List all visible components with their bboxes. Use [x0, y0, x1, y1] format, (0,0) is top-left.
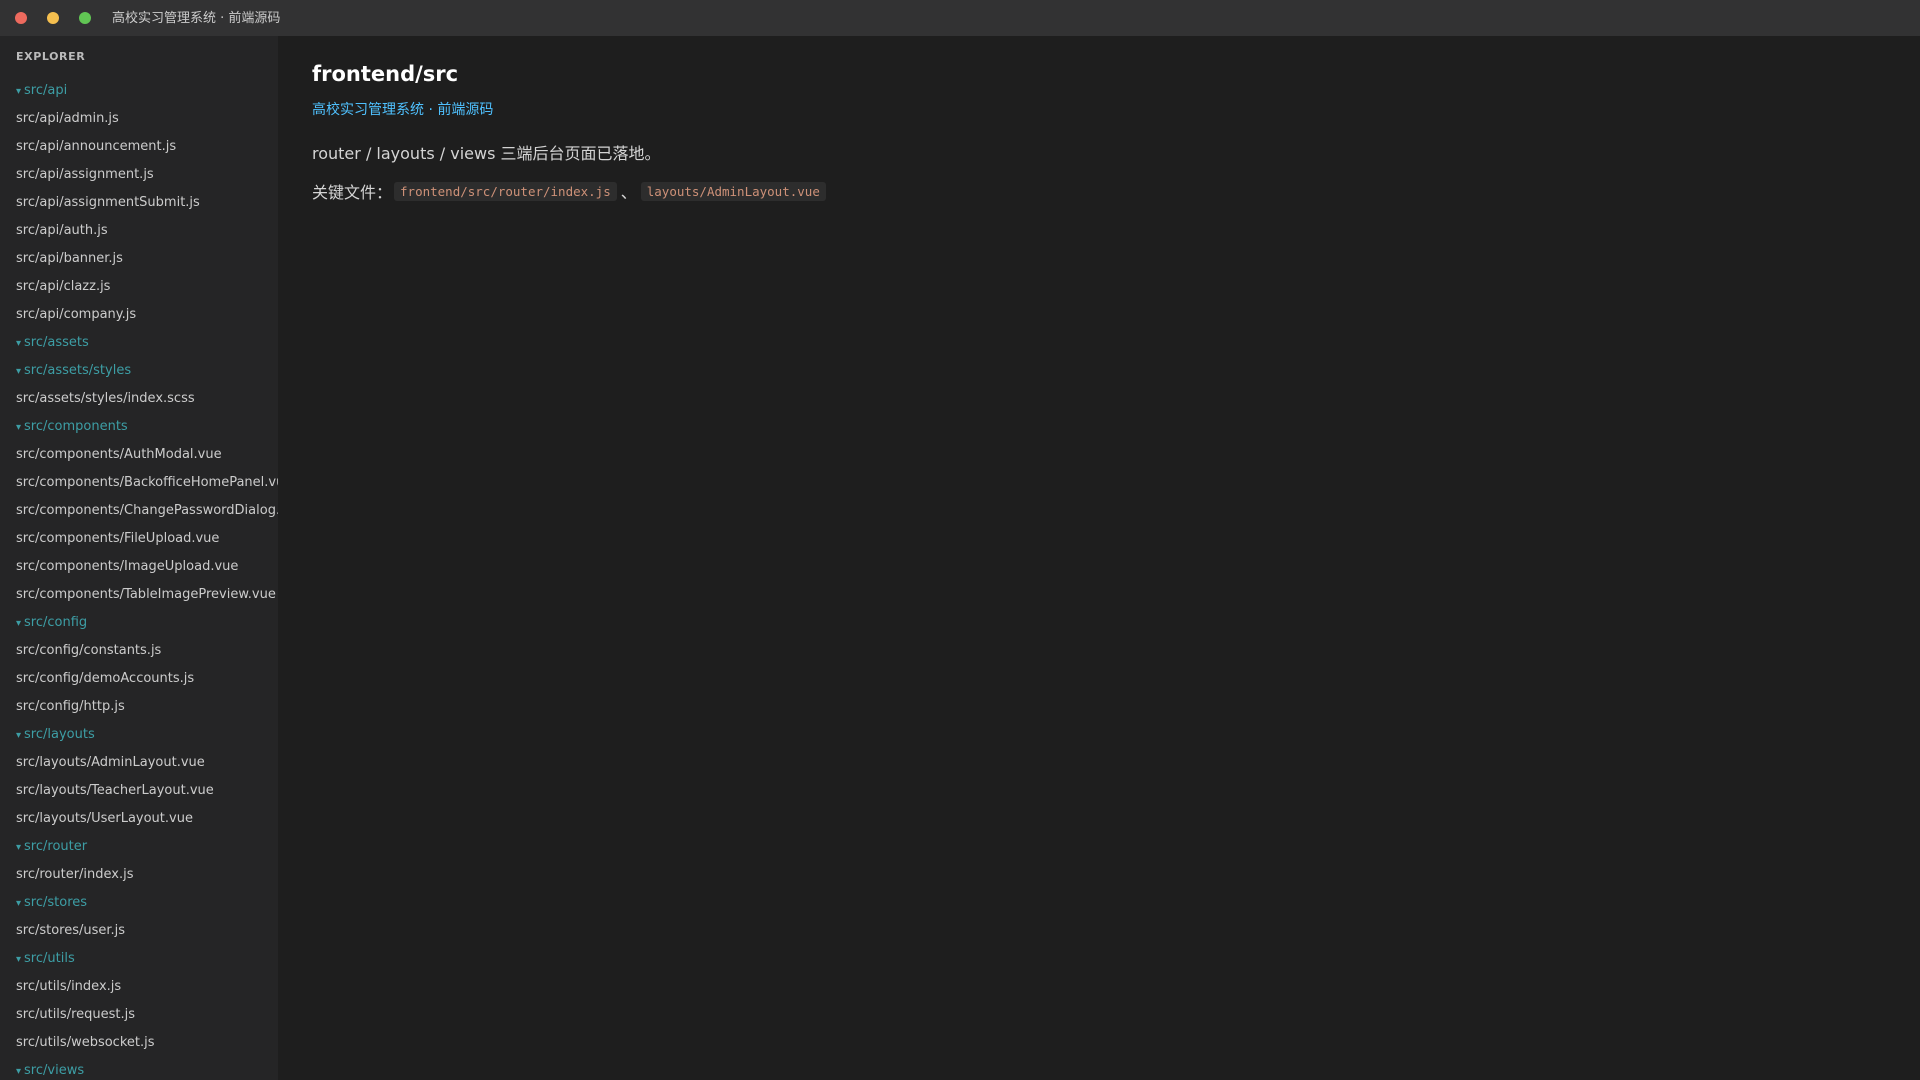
tree-item-label: src/assets/styles/index.scss — [16, 391, 195, 406]
file-item[interactable]: src/utils/websocket.js — [0, 1029, 278, 1057]
tree-item-label: src/views — [24, 1063, 85, 1078]
chevron-down-icon: ▾ — [16, 366, 22, 377]
chevron-down-icon: ▾ — [16, 842, 22, 853]
title-bar: 高校实习管理系统 · 前端源码 — [0, 0, 1920, 36]
tree-item-label: src/config/http.js — [16, 699, 125, 714]
tree-item-label: src/components/TableImagePreview.vue — [16, 587, 276, 602]
main-content: frontend/src 高校实习管理系统 · 前端源码 router / la… — [278, 36, 1920, 1080]
tree-item-label: src/api/assignmentSubmit.js — [16, 195, 200, 210]
tree-item-label: src/utils/index.js — [16, 979, 122, 994]
folder-item[interactable]: ▾ src/stores — [0, 889, 278, 917]
chevron-down-icon: ▾ — [16, 898, 22, 909]
tree-item-label: src/components/ChangePasswordDialog.vue — [16, 503, 278, 518]
file-item[interactable]: src/api/auth.js — [0, 217, 278, 245]
tree-item-label: src/api/announcement.js — [16, 139, 177, 154]
file-item[interactable]: src/utils/request.js — [0, 1001, 278, 1029]
file-item[interactable]: src/layouts/AdminLayout.vue — [0, 749, 278, 777]
tree-item-label: src/components/ImageUpload.vue — [16, 559, 239, 574]
chevron-down-icon: ▾ — [16, 1066, 22, 1077]
maximize-window-button[interactable] — [79, 12, 91, 24]
explorer-sidebar: EXPLORER ▾ src/api src/api/admin.js src/api… — [0, 36, 278, 1080]
chevron-down-icon: ▾ — [16, 618, 22, 629]
file-item[interactable]: src/utils/index.js — [0, 973, 278, 1001]
key-file-admin-layout[interactable]: layouts/AdminLayout.vue — [640, 181, 826, 201]
project-subtitle-link[interactable]: 高校实习管理系统 · 前端源码 — [312, 99, 493, 119]
folder-item[interactable]: ▾ src/views — [0, 1057, 278, 1080]
chevron-down-icon: ▾ — [16, 422, 22, 433]
folder-item[interactable]: ▾ src/assets — [0, 329, 278, 357]
file-item[interactable]: src/api/assignmentSubmit.js — [0, 189, 278, 217]
folder-item[interactable]: ▾ src/layouts — [0, 721, 278, 749]
file-item[interactable]: src/router/index.js — [0, 861, 278, 889]
tree-item-label: src/utils/request.js — [16, 1007, 136, 1022]
chevron-down-icon: ▾ — [16, 730, 22, 741]
file-item[interactable]: src/components/ChangePasswordDialog.vue — [0, 497, 278, 525]
tree-item-label: src/components/AuthModal.vue — [16, 447, 222, 462]
file-item[interactable]: src/components/ImageUpload.vue — [0, 553, 278, 581]
tree-item-label: src/api/admin.js — [16, 111, 119, 126]
file-tree: ▾ src/api src/api/admin.js src/api/announce… — [0, 77, 278, 1080]
file-item[interactable]: src/config/constants.js — [0, 637, 278, 665]
file-item[interactable]: src/components/AuthModal.vue — [0, 441, 278, 469]
file-item[interactable]: src/api/assignment.js — [0, 161, 278, 189]
tree-item-label: src/config/demoAccounts.js — [16, 671, 195, 686]
tree-item-label: src/router/index.js — [16, 867, 134, 882]
tree-item-label: src/api/clazz.js — [16, 279, 111, 294]
folder-item[interactable]: ▾ src/config — [0, 609, 278, 637]
tree-item-label: src/components/BackofficeHomePanel.vue — [16, 475, 278, 490]
window-title: 高校实习管理系统 · 前端源码 — [112, 11, 281, 26]
key-files-label: 关键文件： — [312, 183, 393, 202]
tree-item-label: src/assets — [24, 335, 89, 350]
tree-item-label: src/layouts/TeacherLayout.vue — [16, 783, 214, 798]
file-item[interactable]: src/layouts/UserLayout.vue — [0, 805, 278, 833]
tree-item-label: src/api/auth.js — [16, 223, 108, 238]
tree-item-label: src/api/company.js — [16, 307, 137, 322]
minimize-window-button[interactable] — [47, 12, 59, 24]
tree-item-label: src/assets/styles — [24, 363, 132, 378]
file-item[interactable]: src/stores/user.js — [0, 917, 278, 945]
explorer-header: EXPLORER — [16, 50, 86, 63]
tree-item-label: src/api/banner.js — [16, 251, 123, 266]
folder-item[interactable]: ▾ src/assets/styles — [0, 357, 278, 385]
tree-item-label: src/layouts — [24, 727, 95, 742]
close-window-button[interactable] — [15, 12, 27, 24]
key-file-router[interactable]: frontend/src/router/index.js — [394, 181, 617, 201]
file-item[interactable]: src/config/demoAccounts.js — [0, 665, 278, 693]
tree-item-label: src/components — [24, 419, 128, 434]
key-files-line: 关键文件： frontend/src/router/index.js 、 lay… — [312, 179, 828, 203]
tree-item-label: src/config/constants.js — [16, 643, 162, 658]
chevron-down-icon: ▾ — [16, 338, 22, 349]
tree-item-label: src/layouts/UserLayout.vue — [16, 811, 193, 826]
description-text: router / layouts / views 三端后台页面已落地。 — [312, 144, 661, 163]
tree-item-label: src/layouts/AdminLayout.vue — [16, 755, 205, 770]
tree-item-label: src/router — [24, 839, 88, 854]
tree-item-label: src/components/FileUpload.vue — [16, 531, 220, 546]
folder-item[interactable]: ▾ src/api — [0, 77, 278, 105]
chevron-down-icon: ▾ — [16, 86, 22, 97]
file-item[interactable]: src/api/company.js — [0, 301, 278, 329]
folder-item[interactable]: ▾ src/components — [0, 413, 278, 441]
file-item[interactable]: src/components/FileUpload.vue — [0, 525, 278, 553]
file-item[interactable]: src/api/clazz.js — [0, 273, 278, 301]
chevron-down-icon: ▾ — [16, 954, 22, 965]
file-item[interactable]: src/api/announcement.js — [0, 133, 278, 161]
tree-item-label: src/config — [24, 615, 88, 630]
tree-item-label: src/utils/websocket.js — [16, 1035, 155, 1050]
tree-item-label: src/stores — [24, 895, 88, 910]
tree-item-label: src/api/assignment.js — [16, 167, 154, 182]
file-item[interactable]: src/components/BackofficeHomePanel.vue — [0, 469, 278, 497]
file-item[interactable]: src/assets/styles/index.scss — [0, 385, 278, 413]
file-item[interactable]: src/config/http.js — [0, 693, 278, 721]
key-files-separator: 、 — [620, 183, 637, 202]
page-title: frontend/src — [312, 62, 459, 86]
file-item[interactable]: src/api/admin.js — [0, 105, 278, 133]
folder-item[interactable]: ▾ src/utils — [0, 945, 278, 973]
file-item[interactable]: src/components/TableImagePreview.vue — [0, 581, 278, 609]
tree-item-label: src/utils — [24, 951, 75, 966]
tree-item-label: src/api — [24, 83, 68, 98]
tree-item-label: src/stores/user.js — [16, 923, 126, 938]
folder-item[interactable]: ▾ src/router — [0, 833, 278, 861]
file-item[interactable]: src/api/banner.js — [0, 245, 278, 273]
file-item[interactable]: src/layouts/TeacherLayout.vue — [0, 777, 278, 805]
